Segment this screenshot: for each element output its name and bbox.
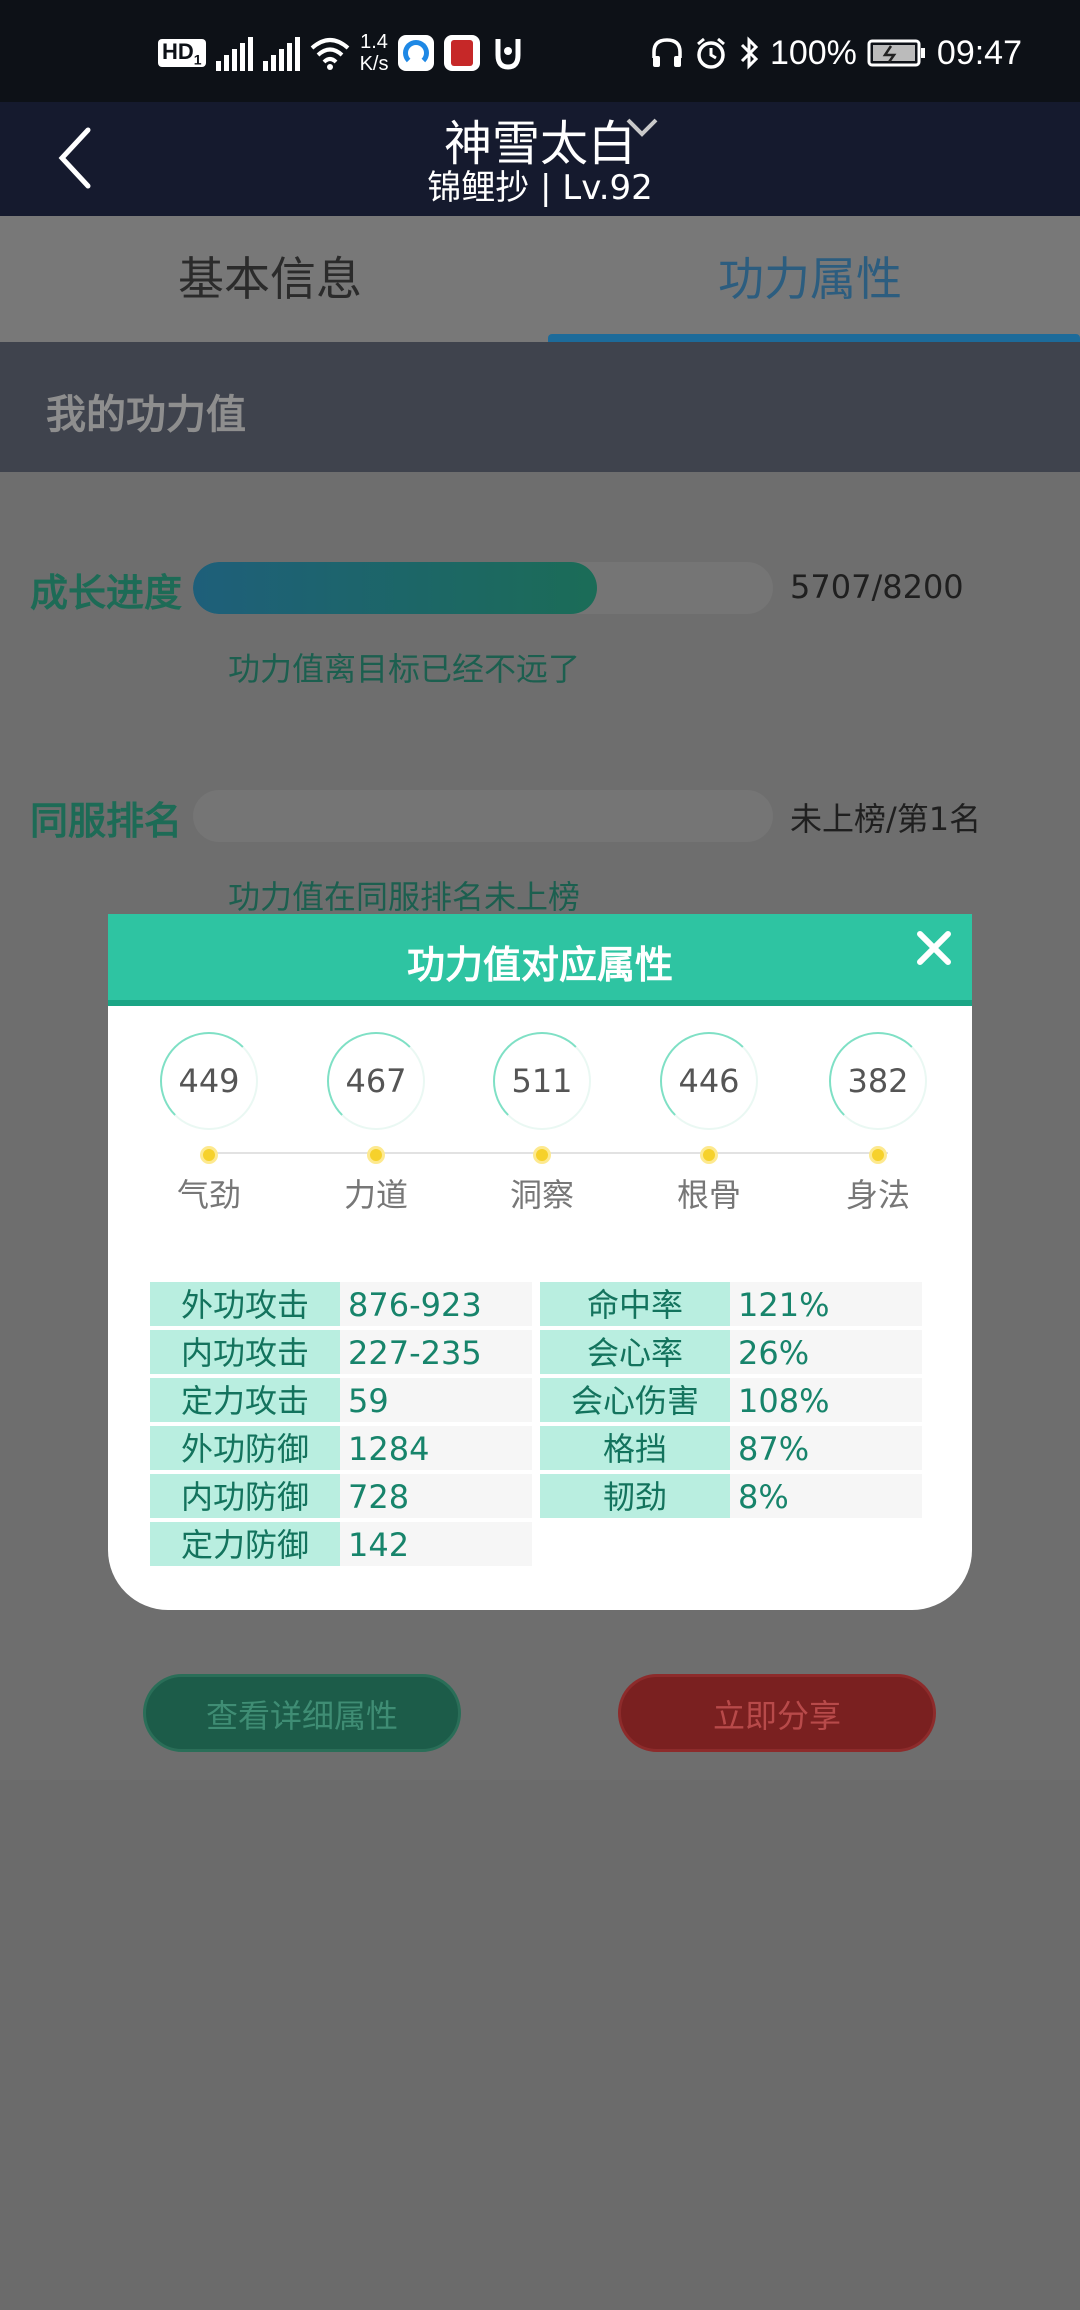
- net-speed: 1.4 K/s: [359, 31, 389, 75]
- close-icon[interactable]: [914, 928, 954, 968]
- attributes-left-table: 外功攻击 876-923 内功攻击 227-235 定力攻击 59 外功防御 1284 …: [150, 1282, 532, 1570]
- stat-dot: [869, 1146, 887, 1164]
- attr-value: 1284: [340, 1426, 532, 1472]
- stat-label: 力道: [343, 1176, 408, 1214]
- growth-progress-fill: [193, 562, 597, 614]
- table-row: 会心率 26%: [540, 1330, 922, 1378]
- stat-qijin: 449 气劲: [149, 1032, 269, 1216]
- view-detail-button[interactable]: 查看详细属性: [143, 1674, 461, 1752]
- attr-value: 8%: [730, 1474, 922, 1520]
- modal-title: 功力值对应属性: [406, 943, 673, 987]
- growth-hint: 功力值离目标已经不远了: [228, 650, 581, 688]
- table-row: 定力攻击 59: [150, 1378, 532, 1426]
- table-row: 定力防御 142: [150, 1522, 532, 1570]
- clock: 09:47: [936, 33, 1022, 72]
- attr-value: 26%: [730, 1330, 922, 1376]
- stat-label: 根骨: [676, 1176, 741, 1214]
- attr-value: 142: [340, 1522, 532, 1568]
- section-header: 我的功力值: [0, 342, 1080, 472]
- attributes-right-table: 命中率 121% 会心率 26% 会心伤害 108% 格挡 87% 韧劲 8%: [540, 1282, 922, 1522]
- stat-dot: [533, 1146, 551, 1164]
- stat-label: 身法: [845, 1176, 910, 1214]
- attr-name: 韧劲: [540, 1474, 730, 1520]
- tab-power-attributes[interactable]: 功力属性: [540, 216, 1080, 342]
- attr-name: 会心伤害: [540, 1378, 730, 1424]
- modal-header: 功力值对应属性: [108, 914, 972, 1006]
- table-row: 外功防御 1284: [150, 1426, 532, 1474]
- stat-label: 气劲: [176, 1176, 241, 1214]
- stat-circle: 467: [327, 1032, 425, 1130]
- stat-label: 洞察: [509, 1176, 574, 1214]
- growth-value: 5707/8200: [790, 568, 964, 606]
- ranking-hint: 功力值在同服排名未上榜: [228, 878, 581, 916]
- attr-value: 108%: [730, 1378, 922, 1424]
- ranking-value: 未上榜/第1名: [790, 800, 982, 838]
- status-bar: HD1 1.4 K/s 100% 09:47: [0, 0, 1080, 102]
- wifi-icon: [310, 38, 349, 70]
- stat-circle: 382: [829, 1032, 927, 1130]
- signal-4g-icon-2: [262, 35, 300, 71]
- chevron-down-icon[interactable]: [622, 112, 662, 142]
- stat-shenfa: 382 身法: [818, 1032, 938, 1216]
- attr-value: 728: [340, 1474, 532, 1520]
- stat-dongcha: 511 洞察: [482, 1032, 602, 1216]
- attr-name: 内功防御: [150, 1474, 340, 1520]
- tab-basic-info[interactable]: 基本信息: [0, 216, 540, 342]
- status-left-icons: HD1 1.4 K/s: [158, 28, 526, 78]
- attributes-modal: 功力值对应属性 449 气劲 467 力道 511 洞察 446 根骨 382 …: [108, 914, 972, 1610]
- attr-name: 会心率: [540, 1330, 730, 1376]
- attr-value: 87%: [730, 1426, 922, 1472]
- stat-lidao: 467 力道: [316, 1032, 436, 1216]
- base-stats: 449 气劲 467 力道 511 洞察 446 根骨 382 身法: [108, 1032, 972, 1232]
- growth-label: 成长进度: [30, 571, 183, 615]
- bluetooth-icon: [740, 36, 759, 70]
- table-row: 内功攻击 227-235: [150, 1330, 532, 1378]
- attr-value: 876-923: [340, 1282, 532, 1328]
- attr-name: 外功攻击: [150, 1282, 340, 1328]
- table-row: 韧劲 8%: [540, 1474, 922, 1522]
- attr-name: 外功防御: [150, 1426, 340, 1472]
- hd-volte-icon: HD1: [158, 38, 206, 68]
- stat-circle: 446: [660, 1032, 758, 1130]
- attr-value: 227-235: [340, 1330, 532, 1376]
- attr-name: 内功攻击: [150, 1330, 340, 1376]
- stat-gengu: 446 根骨: [649, 1032, 769, 1216]
- server-level: 锦鲤抄 | Lv.92: [427, 168, 653, 208]
- alarm-icon: [696, 37, 725, 69]
- ranking-progress-bar: [193, 790, 773, 842]
- app-notification-icon-2: [444, 35, 481, 71]
- attr-name: 命中率: [540, 1282, 730, 1328]
- signal-4g-icon-1: [215, 35, 253, 71]
- stat-circle: 511: [493, 1032, 591, 1130]
- attr-value: 59: [340, 1378, 532, 1424]
- table-row: 会心伤害 108%: [540, 1378, 922, 1426]
- status-right-icons: 100% 09:47: [650, 28, 1022, 78]
- attr-value: 121%: [730, 1282, 922, 1328]
- table-row: 内功防御 728: [150, 1474, 532, 1522]
- app-notification-icon-1: [398, 35, 435, 71]
- stat-dot: [200, 1146, 218, 1164]
- growth-progress-bar: [193, 562, 773, 614]
- app-notification-icon-3: [495, 39, 521, 70]
- overlay-dim: [0, 1780, 1080, 2310]
- tab-bar: 基本信息 功力属性: [0, 216, 1080, 342]
- headphones-icon: [652, 38, 682, 67]
- section-title: 我的功力值: [46, 392, 246, 438]
- attr-name: 格挡: [540, 1426, 730, 1472]
- attr-name: 定力防御: [150, 1522, 340, 1568]
- attr-name: 定力攻击: [150, 1378, 340, 1424]
- share-button[interactable]: 立即分享: [618, 1674, 936, 1752]
- battery-percent: 100%: [769, 33, 857, 72]
- stat-dot: [700, 1146, 718, 1164]
- table-row: 命中率 121%: [540, 1282, 922, 1330]
- stat-dot: [367, 1146, 385, 1164]
- top-app-bar: 神雪太白 锦鲤抄 | Lv.92: [0, 102, 1080, 216]
- ranking-label: 同服排名: [30, 799, 183, 843]
- stat-circle: 449: [160, 1032, 258, 1130]
- table-row: 外功攻击 876-923: [150, 1282, 532, 1330]
- battery-charging-icon: [867, 39, 925, 67]
- table-row: 格挡 87%: [540, 1426, 922, 1474]
